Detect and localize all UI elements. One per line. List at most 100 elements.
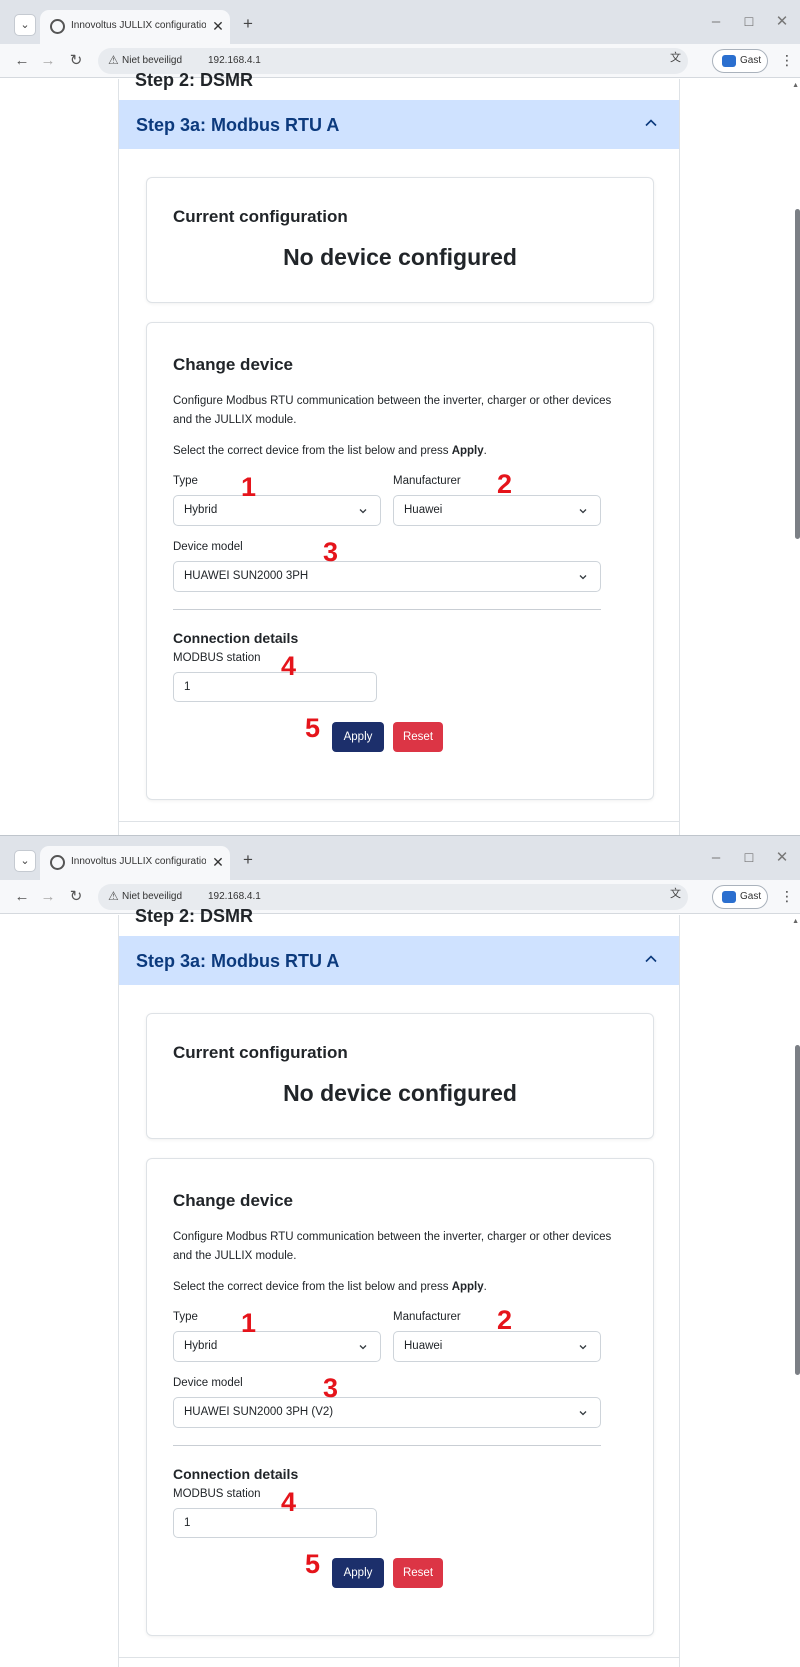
screenshot-1: ⌄ Innovoltus JULLIX configuration ✕ + – … — [0, 0, 800, 835]
manufacturer-label: Manufacturer — [393, 475, 461, 487]
type-select[interactable]: Hybrid — [173, 495, 381, 526]
profile-button[interactable]: Gast — [712, 885, 768, 909]
reload-icon[interactable]: ↻ — [66, 887, 86, 907]
instruction-apply-bold: Apply — [451, 1281, 484, 1293]
reset-button[interactable]: Reset — [393, 1558, 443, 1588]
scroll-up-arrow-icon[interactable]: ▲ — [792, 82, 799, 89]
forward-arrow-icon[interactable]: → — [38, 887, 58, 907]
address-bar-row: ← → ↻ ⚠ Niet beveiligd 192.168.4.1 文 Gas… — [0, 44, 800, 78]
type-select[interactable]: Hybrid — [173, 1331, 381, 1362]
chevron-down-icon — [579, 509, 587, 514]
warning-icon[interactable]: ⚠ — [108, 53, 119, 67]
minimize-icon[interactable]: – — [706, 848, 726, 868]
instruction-period: . — [483, 445, 487, 457]
profile-label: Gast — [740, 55, 762, 66]
forward-arrow-icon[interactable]: → — [38, 51, 58, 71]
instruction-period: . — [483, 1281, 487, 1293]
current-config-title: Current configuration — [173, 207, 348, 226]
scrollbar-thumb[interactable] — [795, 209, 800, 539]
url-text[interactable]: 192.168.4.1 — [208, 55, 261, 66]
modbus-station-input[interactable] — [173, 672, 377, 702]
type-label: Type — [173, 1311, 198, 1323]
profile-label: Gast — [740, 891, 762, 902]
back-arrow-icon[interactable]: ← — [12, 51, 32, 71]
annotation-marker-5: 5 — [305, 713, 321, 743]
tab-strip: ⌄ Innovoltus JULLIX configuration ✕ + – … — [0, 0, 800, 44]
instruction-apply-bold: Apply — [451, 445, 484, 457]
new-tab-icon[interactable]: + — [238, 14, 258, 34]
current-configuration-card: Current configuration No device configur… — [146, 1013, 654, 1139]
accordion-header-modbus-rtu-a[interactable]: Step 3a: Modbus RTU A — [119, 100, 679, 149]
config-accordion: Step 2: DSMR Step 3a: Modbus RTU A Curre… — [118, 70, 680, 835]
reset-button[interactable]: Reset — [393, 722, 443, 752]
accordion-header-modbus-rtu-a[interactable]: Step 3a: Modbus RTU A — [119, 936, 679, 985]
annotation-marker-3: 3 — [323, 1373, 339, 1403]
section-divider — [173, 609, 601, 610]
type-label: Type — [173, 475, 198, 487]
chevron-down-icon — [579, 1345, 587, 1350]
change-device-card: Change device Configure Modbus RTU commu… — [146, 322, 654, 800]
manufacturer-select-value: Huawei — [404, 504, 443, 516]
annotation-marker-1: 1 — [241, 1308, 257, 1338]
back-arrow-icon[interactable]: ← — [12, 887, 32, 907]
security-label[interactable]: Niet beveiligd — [122, 55, 182, 66]
maximize-icon[interactable]: ☐ — [739, 12, 759, 32]
change-device-instruction: Select the correct device from the list … — [173, 445, 487, 457]
chevron-down-icon — [579, 1411, 587, 1416]
guest-profile-icon — [722, 891, 736, 903]
tab-title: Innovoltus JULLIX configuration — [71, 856, 206, 867]
modbus-station-input[interactable] — [173, 1508, 377, 1538]
manufacturer-label: Manufacturer — [393, 1311, 461, 1323]
browser-tab[interactable]: Innovoltus JULLIX configuration ✕ — [40, 846, 230, 880]
next-step-divider — [119, 821, 679, 822]
annotation-marker-2: 2 — [497, 1305, 513, 1335]
tab-search-dropdown-icon[interactable]: ⌄ — [14, 850, 36, 872]
previous-step-title[interactable]: Step 2: DSMR — [135, 906, 253, 927]
accordion-title: Step 3a: Modbus RTU A — [136, 115, 340, 135]
instruction-text: Select the correct device from the list … — [173, 1281, 452, 1293]
chevron-down-icon — [359, 509, 367, 514]
device-model-select[interactable]: HUAWEI SUN2000 3PH — [173, 561, 601, 592]
device-model-select[interactable]: HUAWEI SUN2000 3PH (V2) — [173, 1397, 601, 1428]
current-configuration-card: Current configuration No device configur… — [146, 177, 654, 303]
device-model-select-value: HUAWEI SUN2000 3PH — [184, 570, 309, 582]
kebab-menu-icon[interactable]: ⋮ — [780, 52, 794, 69]
annotation-marker-5: 5 — [305, 1549, 321, 1579]
kebab-menu-icon[interactable]: ⋮ — [780, 888, 794, 905]
page-viewport: ▲ Step 2: DSMR Step 3a: Modbus RTU A Cur… — [0, 906, 800, 1667]
instruction-text: Select the correct device from the list … — [173, 445, 452, 457]
scroll-up-arrow-icon[interactable]: ▲ — [792, 918, 799, 925]
tab-title: Innovoltus JULLIX configuration — [71, 20, 206, 31]
profile-button[interactable]: Gast — [712, 49, 768, 73]
window-close-icon[interactable]: ✕ — [772, 848, 792, 868]
annotation-marker-3: 3 — [323, 537, 339, 567]
connection-details-title: Connection details — [173, 630, 299, 646]
current-config-value: No device configured — [283, 244, 517, 270]
url-text[interactable]: 192.168.4.1 — [208, 891, 261, 902]
section-divider — [173, 1445, 601, 1446]
previous-step-title[interactable]: Step 2: DSMR — [135, 70, 253, 91]
apply-button[interactable]: Apply — [332, 1558, 384, 1588]
translate-icon[interactable]: 文 — [670, 50, 686, 66]
config-accordion: Step 2: DSMR Step 3a: Modbus RTU A Curre… — [118, 906, 680, 1667]
globe-icon — [50, 19, 65, 34]
security-label[interactable]: Niet beveiligd — [122, 891, 182, 902]
new-tab-icon[interactable]: + — [238, 850, 258, 870]
scrollbar-thumb[interactable] — [795, 1045, 800, 1375]
chevron-up-icon — [645, 119, 657, 127]
warning-icon[interactable]: ⚠ — [108, 889, 119, 903]
maximize-icon[interactable]: ☐ — [739, 848, 759, 868]
change-device-title: Change device — [173, 1191, 293, 1210]
browser-tab[interactable]: Innovoltus JULLIX configuration ✕ — [40, 10, 230, 44]
tab-search-dropdown-icon[interactable]: ⌄ — [14, 14, 36, 36]
change-device-description: Configure Modbus RTU communication betwe… — [173, 1231, 612, 1262]
window-close-icon[interactable]: ✕ — [772, 12, 792, 32]
reload-icon[interactable]: ↻ — [66, 51, 86, 71]
connection-details-title: Connection details — [173, 1466, 299, 1482]
tab-close-icon[interactable]: ✕ — [210, 853, 226, 871]
tab-close-icon[interactable]: ✕ — [210, 17, 226, 35]
translate-icon[interactable]: 文 — [670, 886, 686, 902]
page-viewport: ▲ Step 2: DSMR Step 3a: Modbus RTU A Cur… — [0, 70, 800, 835]
apply-button[interactable]: Apply — [332, 722, 384, 752]
minimize-icon[interactable]: – — [706, 12, 726, 32]
